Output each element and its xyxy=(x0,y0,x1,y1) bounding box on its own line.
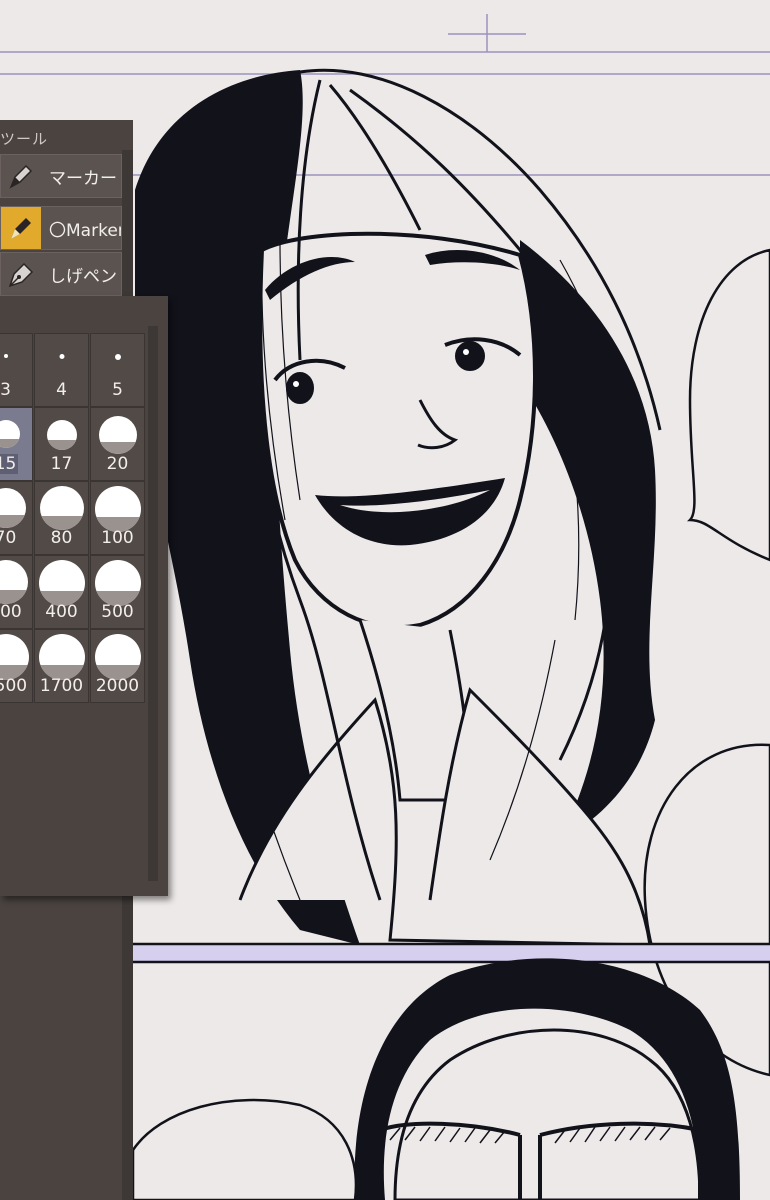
pen-nib-icon xyxy=(1,253,41,295)
panel-border-band xyxy=(133,944,770,962)
brush-size-scrollbar[interactable] xyxy=(148,326,158,881)
brush-size-label: 5 xyxy=(112,380,123,400)
brush-size-label: 15 xyxy=(0,454,32,474)
brush-size-400[interactable]: 400 xyxy=(34,555,89,629)
brush-size-2000[interactable]: 2000 xyxy=(90,629,145,703)
panel-title: ツール xyxy=(0,130,49,148)
brush-preview-icon xyxy=(98,416,137,454)
brush-size-1500[interactable]: 1500 xyxy=(0,629,33,703)
brush-preview-icon xyxy=(0,560,28,604)
brush-preview-icon xyxy=(38,634,85,680)
brush-size-label: 2000 xyxy=(95,676,140,696)
tool-item-marker[interactable]: マーカー xyxy=(0,154,122,198)
brush-size-3[interactable]: 3 xyxy=(0,333,33,407)
brush-size-label: 500 xyxy=(101,602,134,622)
brush-size-label: 3 xyxy=(0,380,11,400)
marker-icon xyxy=(1,207,41,249)
brush-size-300[interactable]: 300 xyxy=(0,555,33,629)
brush-size-1700[interactable]: 1700 xyxy=(34,629,89,703)
brush-size-label: 4 xyxy=(56,380,67,400)
tool-item-label: マーカー xyxy=(49,168,117,189)
brush-preview-icon xyxy=(0,488,26,528)
tool-item-label: しげペン xyxy=(49,266,117,287)
brush-preview-icon xyxy=(59,354,64,359)
brush-preview-icon xyxy=(46,420,77,450)
brush-preview-icon xyxy=(94,560,141,606)
brush-size-label: 1700 xyxy=(39,676,84,696)
brush-size-label: 17 xyxy=(50,454,73,474)
brush-preview-icon xyxy=(0,634,29,680)
brush-preview-icon xyxy=(38,560,85,606)
brush-size-label: 70 xyxy=(0,528,17,548)
brush-size-17[interactable]: 17 xyxy=(34,407,89,481)
brush-size-20[interactable]: 20 xyxy=(90,407,145,481)
tool-item-label: 〇Marker xyxy=(49,220,122,241)
brush-preview-icon xyxy=(114,354,121,360)
brush-size-label: 1500 xyxy=(0,676,28,696)
brush-size-80[interactable]: 80 xyxy=(34,481,89,555)
brush-size-label: 20 xyxy=(106,454,129,474)
brush-size-100[interactable]: 100 xyxy=(90,481,145,555)
brush-size-label: 100 xyxy=(101,528,134,548)
brush-size-label: 80 xyxy=(50,528,73,548)
tool-item-shige-pen[interactable]: しげペン xyxy=(0,252,122,296)
brush-preview-icon xyxy=(39,486,84,530)
brush-preview-icon xyxy=(0,420,20,448)
brush-size-4[interactable]: 4 xyxy=(34,333,89,407)
brush-size-label: 300 xyxy=(0,602,22,622)
brush-size-15[interactable]: 15 xyxy=(0,407,33,481)
brush-preview-icon xyxy=(94,634,141,680)
brush-size-label: 400 xyxy=(45,602,78,622)
brush-preview-icon xyxy=(94,486,141,532)
brush-size-70[interactable]: 70 xyxy=(0,481,33,555)
brush-size-500[interactable]: 500 xyxy=(90,555,145,629)
tool-item-circle-marker[interactable]: 〇Marker xyxy=(0,206,122,250)
brush-preview-icon xyxy=(3,354,8,358)
brush-size-panel: 3 4 5 15 17 20 70 80 100 300 400 500 1500 1700 2000 xyxy=(0,296,168,896)
marker-icon xyxy=(1,155,41,197)
brush-size-5[interactable]: 5 xyxy=(90,333,145,407)
